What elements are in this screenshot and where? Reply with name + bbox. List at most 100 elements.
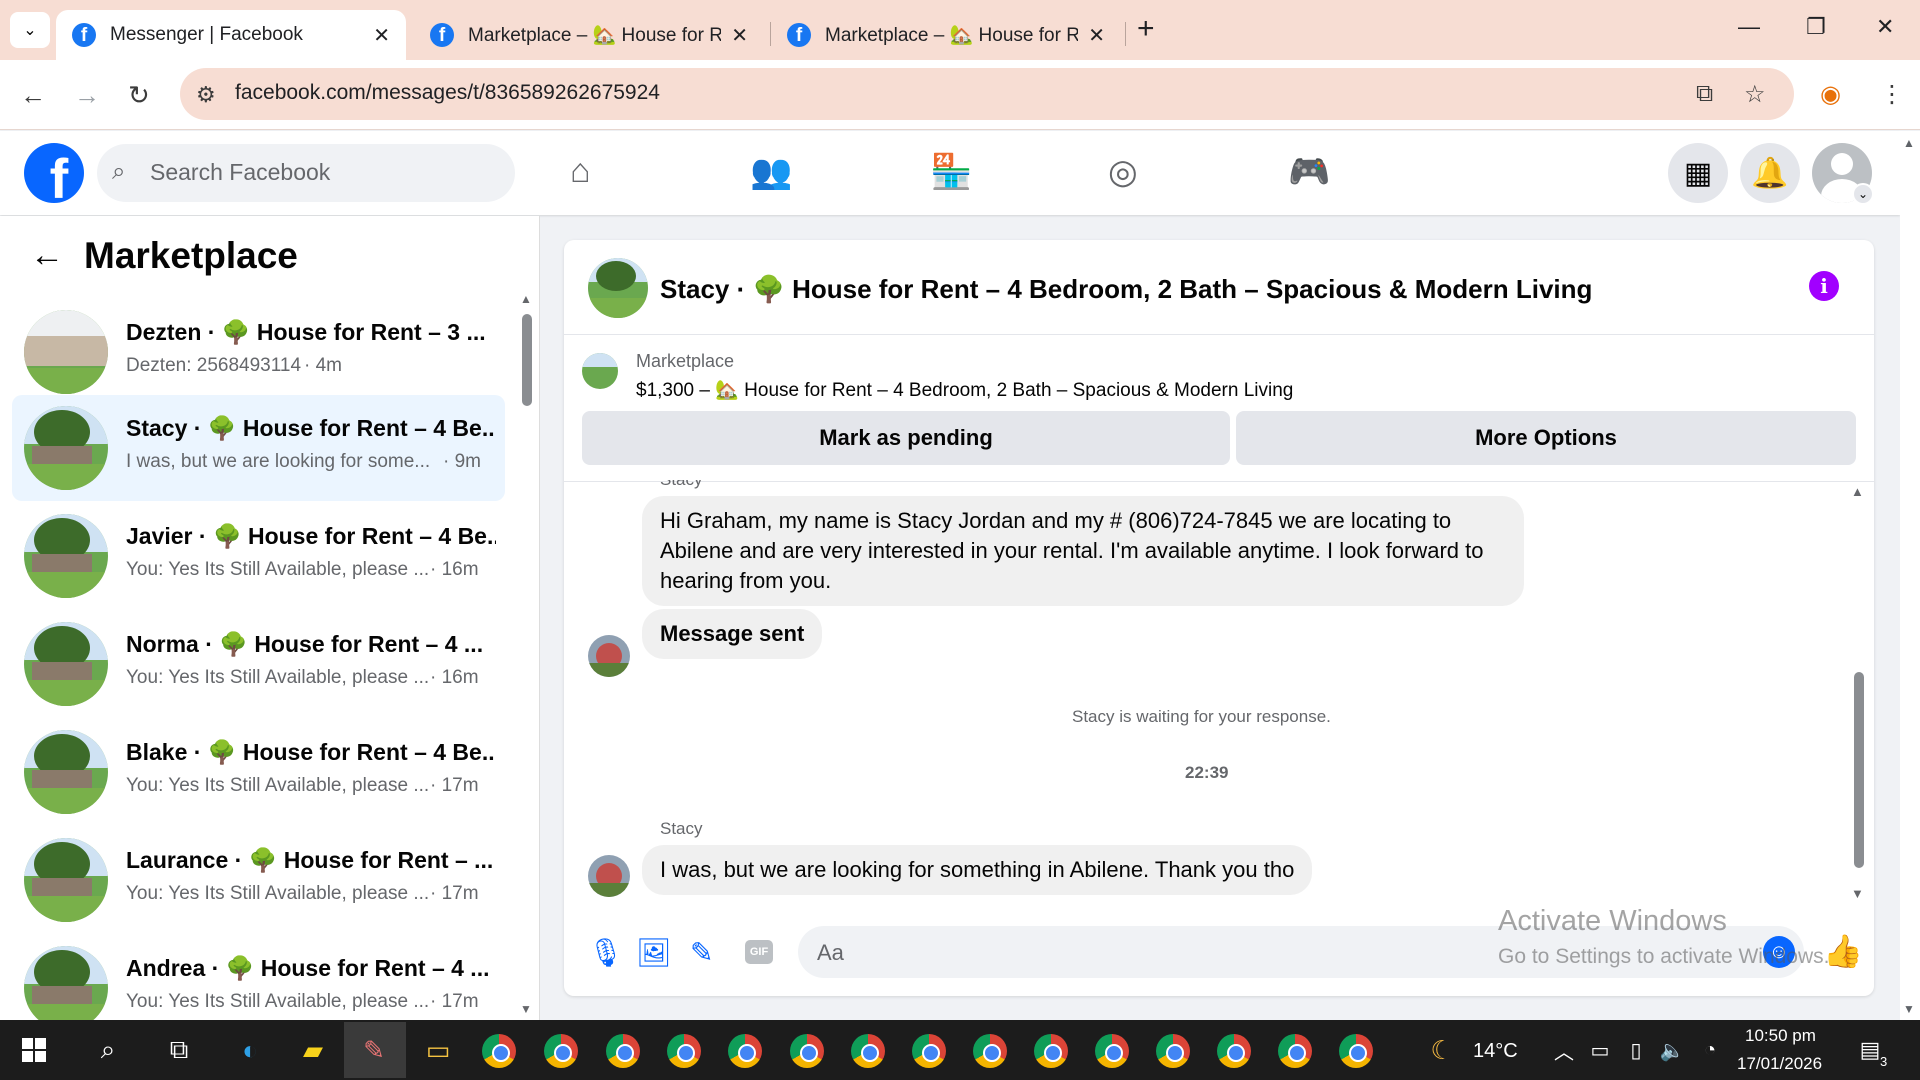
chrome-icon[interactable] bbox=[973, 1034, 1007, 1068]
tab-close-icon[interactable]: ✕ bbox=[1088, 23, 1105, 48]
reload-button[interactable]: ↻ bbox=[128, 80, 150, 111]
scroll-down-arrow-icon[interactable]: ▼ bbox=[1903, 1002, 1915, 1016]
clock-time[interactable]: 10:50 pm bbox=[1745, 1026, 1816, 1046]
photo-icon[interactable]: 🖼 bbox=[636, 936, 672, 969]
close-window-button[interactable]: ✕ bbox=[1876, 14, 1894, 40]
chrome-icon[interactable] bbox=[1339, 1034, 1373, 1068]
tab-search-button[interactable]: ⌄ bbox=[10, 12, 50, 48]
conversation-item[interactable]: Blake · 🌳 House for Rent – 4 Be... You: … bbox=[12, 719, 505, 825]
tab-close-icon[interactable]: ✕ bbox=[373, 23, 390, 48]
chrome-icon[interactable] bbox=[1095, 1034, 1129, 1068]
conversation-item[interactable]: Norma · 🌳 House for Rent – 4 ... You: Ye… bbox=[12, 611, 505, 717]
moon-weather-icon[interactable]: ☾ bbox=[1424, 1032, 1460, 1068]
restore-button[interactable]: ❐ bbox=[1806, 14, 1826, 40]
scroll-down-arrow-icon[interactable]: ▼ bbox=[520, 1002, 532, 1016]
scroll-up-arrow-icon[interactable]: ▲ bbox=[1903, 136, 1915, 150]
chevron-up-icon[interactable]: ︿ bbox=[1546, 1032, 1582, 1068]
activate-windows-title: Activate Windows bbox=[1498, 905, 1727, 937]
sender-avatar[interactable] bbox=[588, 855, 630, 897]
chrome-icon[interactable] bbox=[1278, 1034, 1312, 1068]
wifi-icon[interactable]: ◔ bbox=[1692, 1032, 1728, 1068]
sidebar-scrollbar[interactable] bbox=[522, 314, 532, 406]
chrome-icon[interactable] bbox=[790, 1034, 824, 1068]
chrome-icon[interactable] bbox=[728, 1034, 762, 1068]
home-icon[interactable]: ⌂ bbox=[570, 152, 591, 191]
search-placeholder[interactable]: Search Facebook bbox=[150, 159, 330, 186]
sticker-icon[interactable]: ✎ bbox=[690, 936, 713, 969]
file-explorer-icon[interactable]: ▭ bbox=[420, 1032, 456, 1068]
install-app-icon[interactable]: ⧉ bbox=[1696, 80, 1713, 108]
gif-icon[interactable]: GIF bbox=[745, 940, 773, 964]
listing-title[interactable]: $1,300 – 🏡 House for Rent – 4 Bedroom, 2… bbox=[636, 378, 1293, 402]
conversation-item[interactable]: Javier · 🌳 House for Rent – 4 Be... You:… bbox=[12, 503, 505, 609]
back-arrow-icon[interactable]: ← bbox=[30, 236, 64, 275]
bookmark-star-icon[interactable]: ☆ bbox=[1744, 80, 1766, 109]
task-view-icon[interactable]: ⧉ bbox=[161, 1032, 197, 1068]
chrome-icon[interactable] bbox=[544, 1034, 578, 1068]
chrome-icon[interactable] bbox=[667, 1034, 701, 1068]
tab-marketplace-1[interactable]: f Marketplace – 🏡 House for Re ✕ bbox=[414, 10, 764, 60]
search-icon[interactable]: ⌕ bbox=[90, 1032, 126, 1068]
device-icon[interactable]: ▯ bbox=[1618, 1032, 1654, 1068]
volume-icon[interactable]: 🔈 bbox=[1654, 1032, 1690, 1068]
sticky-notes-icon[interactable]: ▰ bbox=[295, 1032, 331, 1068]
microphone-icon[interactable]: 🎙 bbox=[588, 936, 624, 969]
incoming-message-bubble[interactable]: Message sent bbox=[642, 609, 823, 659]
incoming-message-bubble[interactable]: Hi Graham, my name is Stacy Jordan and m… bbox=[642, 496, 1524, 606]
new-tab-button[interactable]: + bbox=[1137, 12, 1155, 46]
conversation-item[interactable]: Dezten · 🌳 House for Rent – 3 ... Dezten… bbox=[12, 299, 505, 405]
tab-messenger[interactable]: f Messenger | Facebook ✕ bbox=[56, 10, 406, 60]
url-text[interactable]: facebook.com/messages/t/836589262675924 bbox=[235, 81, 660, 105]
conversation-item[interactable]: Andrea · 🌳 House for Rent – 4 ... You: Y… bbox=[12, 935, 505, 1020]
chat-header-avatar[interactable] bbox=[588, 258, 648, 318]
conversation-item[interactable]: Laurance · 🌳 House for Rent – ... You: Y… bbox=[12, 827, 505, 933]
clock-date[interactable]: 17/01/2026 bbox=[1737, 1054, 1822, 1074]
profile-icon[interactable]: ◉ bbox=[1820, 80, 1841, 109]
weather-temperature[interactable]: 14°C bbox=[1473, 1040, 1518, 1063]
paint-icon[interactable]: ✎ bbox=[356, 1032, 392, 1068]
chrome-icon[interactable] bbox=[482, 1034, 516, 1068]
conversation-avatar bbox=[24, 622, 108, 706]
site-info-icon[interactable]: ⚙ bbox=[196, 82, 216, 108]
gaming-icon[interactable]: 🎮 bbox=[1288, 152, 1330, 192]
scroll-up-arrow-icon[interactable]: ▲ bbox=[1851, 484, 1864, 499]
listing-thumbnail[interactable] bbox=[582, 353, 618, 389]
page-scrollbar[interactable] bbox=[1900, 131, 1920, 1020]
chrome-icon[interactable] bbox=[1156, 1034, 1190, 1068]
groups-icon[interactable]: ◎ bbox=[1108, 152, 1138, 192]
chrome-icon[interactable] bbox=[912, 1034, 946, 1068]
chrome-icon[interactable] bbox=[851, 1034, 885, 1068]
chrome-icon[interactable] bbox=[1217, 1034, 1251, 1068]
incoming-message-bubble[interactable]: I was, but we are looking for something … bbox=[642, 845, 1313, 895]
chevron-down-icon[interactable]: ⌄ bbox=[1852, 183, 1874, 205]
chat-scrollbar[interactable] bbox=[1854, 672, 1864, 868]
divider bbox=[564, 334, 1874, 335]
mark-as-pending-button[interactable]: Mark as pending bbox=[582, 411, 1230, 465]
scroll-down-arrow-icon[interactable]: ▼ bbox=[1851, 886, 1864, 901]
chrome-icon[interactable] bbox=[606, 1034, 640, 1068]
more-options-button[interactable]: More Options bbox=[1236, 411, 1856, 465]
chrome-icon[interactable] bbox=[1034, 1034, 1068, 1068]
tab-marketplace-2[interactable]: f Marketplace – 🏡 House for Re ✕ bbox=[771, 10, 1121, 60]
conversation-preview: I was, but we are looking for some... bbox=[126, 451, 431, 472]
sender-avatar[interactable] bbox=[588, 635, 630, 677]
menu-grid-button[interactable]: ▦ bbox=[1668, 143, 1728, 203]
message-placeholder[interactable]: Aa bbox=[817, 940, 844, 966]
edge-icon[interactable]: ◐ bbox=[232, 1032, 268, 1068]
marketplace-icon[interactable]: 🏪 bbox=[930, 152, 972, 192]
scroll-up-arrow-icon[interactable]: ▲ bbox=[520, 292, 532, 306]
info-icon[interactable]: i bbox=[1809, 271, 1839, 301]
battery-icon[interactable]: ▭ bbox=[1582, 1032, 1618, 1068]
waiting-notice: Stacy is waiting for your response. bbox=[1072, 707, 1331, 726]
facebook-logo[interactable]: f bbox=[24, 143, 84, 203]
forward-button[interactable]: → bbox=[74, 80, 100, 111]
browser-menu-icon[interactable]: ⋮ bbox=[1880, 80, 1904, 109]
friends-icon[interactable]: 👥 bbox=[750, 152, 792, 192]
conversation-item-active[interactable]: Stacy · 🌳 House for Rent – 4 Be... I was… bbox=[12, 395, 505, 501]
chat-title[interactable]: Stacy · 🌳 House for Rent – 4 Bedroom, 2 … bbox=[660, 274, 1592, 305]
windows-start-icon[interactable] bbox=[22, 1038, 46, 1062]
tab-close-icon[interactable]: ✕ bbox=[731, 23, 748, 48]
back-button[interactable]: ← bbox=[20, 80, 46, 111]
minimize-button[interactable]: — bbox=[1738, 14, 1760, 40]
notifications-button[interactable]: 🔔 bbox=[1740, 143, 1800, 203]
